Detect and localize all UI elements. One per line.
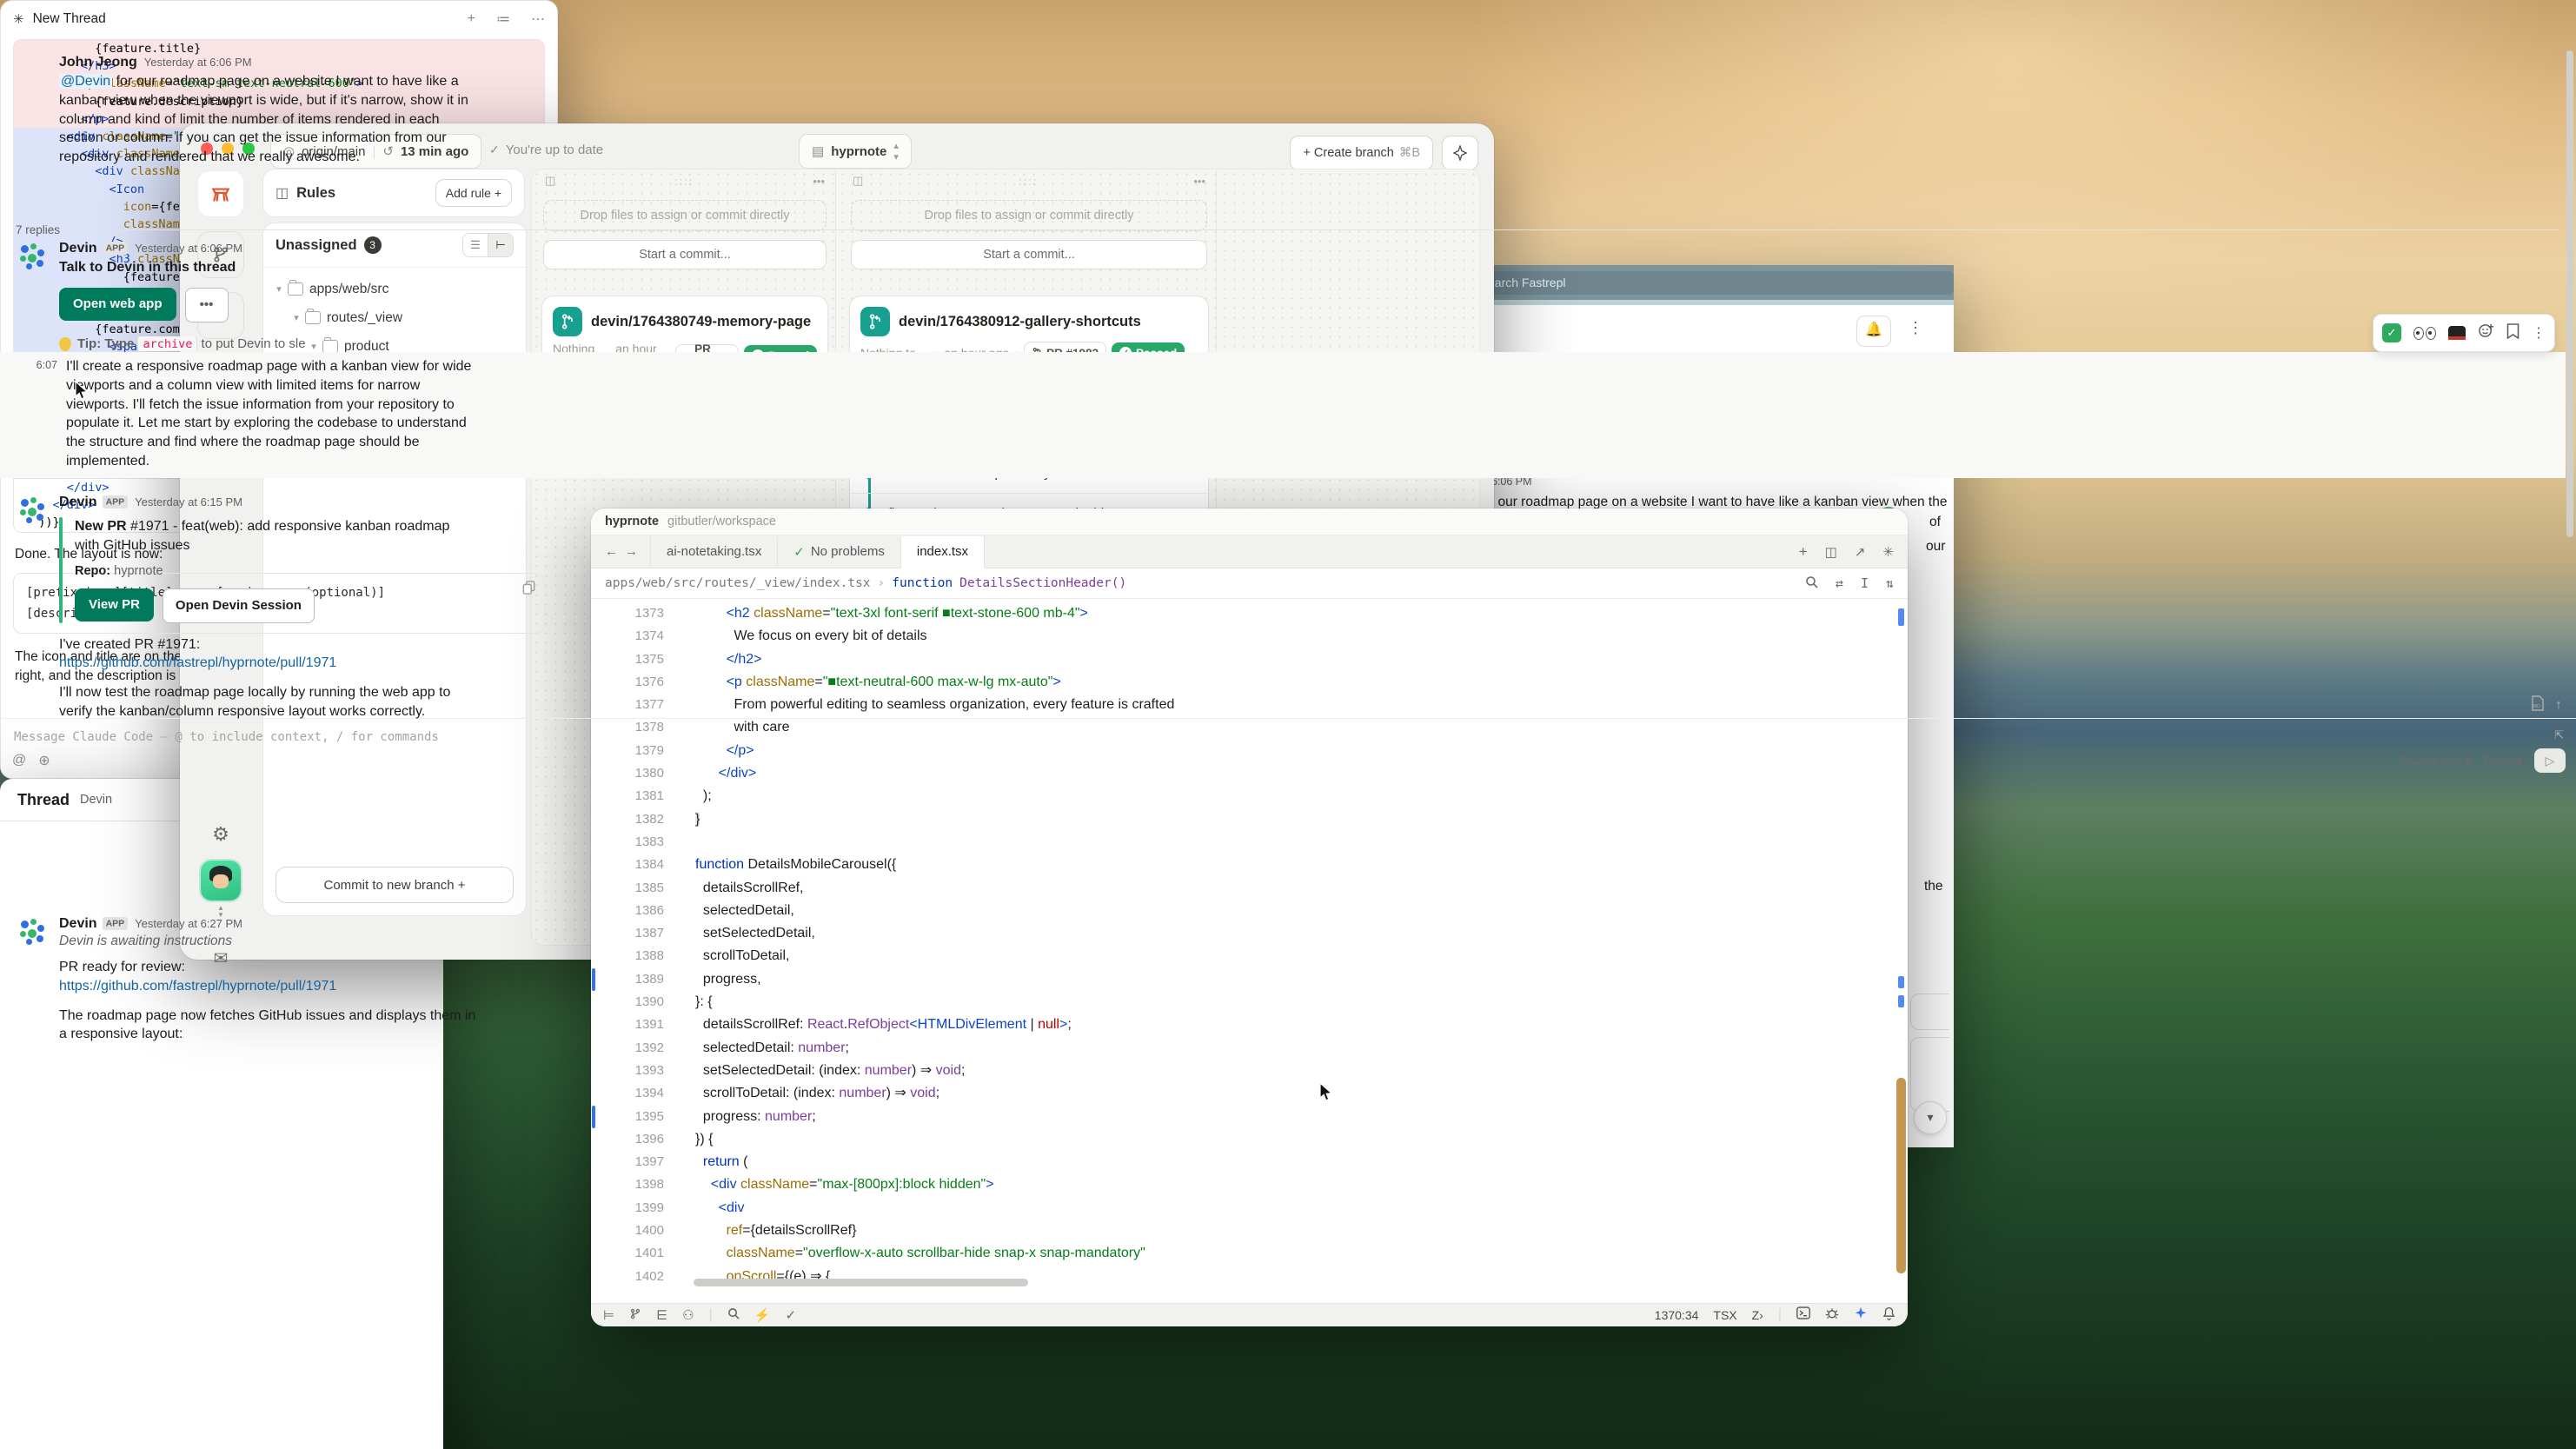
- thread-list-icon[interactable]: ≔: [496, 10, 510, 28]
- message-devin-status: DevinAPPYesterday at 6:27 PMDevin is awa…: [16, 916, 443, 1044]
- pr-link[interactable]: https://github.com/fastrepl/hyprnote/pul…: [59, 979, 336, 994]
- devin-avatar: [16, 916, 49, 949]
- devin-status-text: Devin is awaiting instructions: [59, 934, 443, 949]
- more-options-icon[interactable]: ⋯: [531, 10, 545, 28]
- thread-title: New Thread: [33, 11, 106, 27]
- desktop: earch Fastrepl 🔔 ⋮ ut 6:02 PM e have an …: [0, 0, 2576, 1449]
- thread-panel: Thread Devin ✕ John JeongYesterday at 6:…: [0, 779, 443, 1449]
- spinner-icon: ✳: [13, 11, 24, 27]
- mouse-cursor: [1319, 1082, 1334, 1103]
- new-thread-icon[interactable]: +: [468, 11, 475, 27]
